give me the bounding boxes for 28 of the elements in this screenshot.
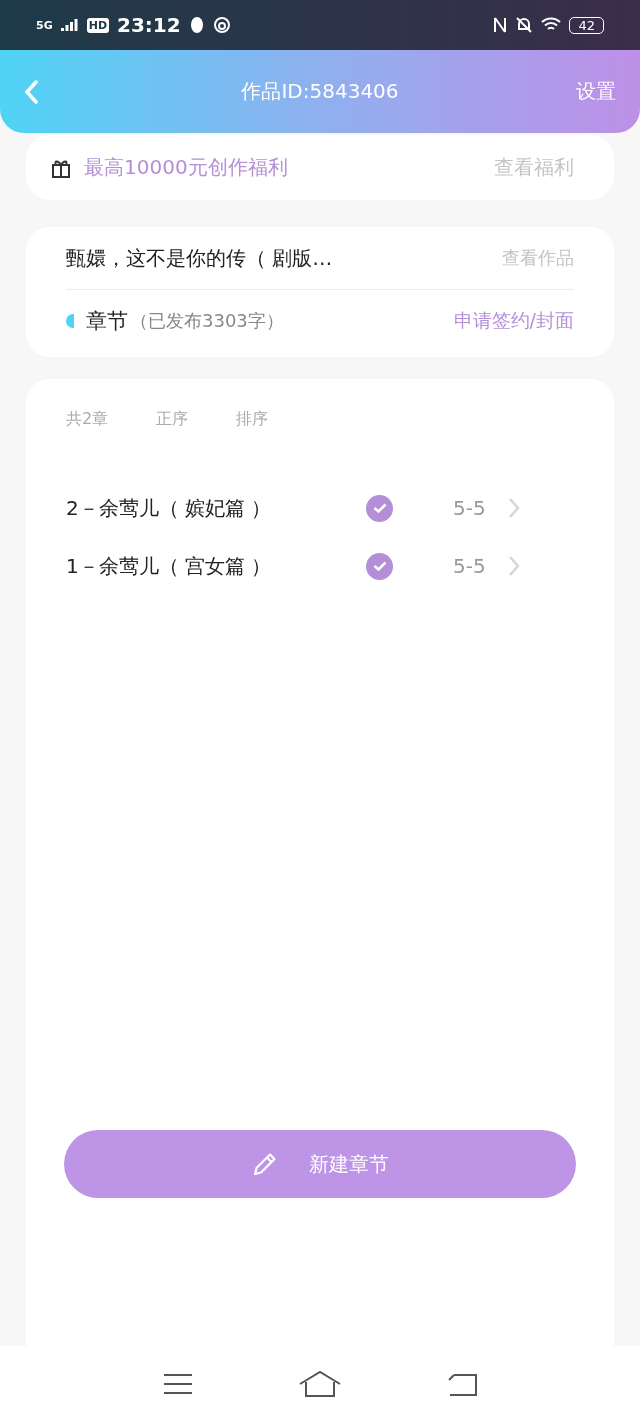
view-work-link[interactable]: 查看作品 [502, 246, 574, 270]
page-title: 作品ID:5843406 [241, 78, 399, 105]
benefit-text: 最高10000元创作福利 [84, 154, 288, 181]
signal-icon [60, 19, 79, 31]
chapter-count: 共2章 [66, 408, 109, 430]
chapter-title[interactable]: 1－余莺儿（ 宫女篇 ） [66, 552, 366, 580]
bell-off-icon [515, 16, 534, 34]
network-label: 5G [36, 18, 53, 32]
menu-icon[interactable] [162, 1372, 194, 1396]
view-benefits-link[interactable]: 查看福利 [494, 154, 574, 181]
section-label: 章节 [86, 308, 128, 335]
home-icon[interactable] [298, 1370, 342, 1398]
chapter-date: 5-5 [453, 554, 486, 578]
chapter-date: 5-5 [453, 496, 486, 520]
sort-toggle[interactable]: 排序 [236, 408, 269, 430]
work-title: 甄嬛，这不是你的传（ 剧版… [66, 244, 333, 272]
battery-icon: 42 [569, 16, 604, 34]
published-count: （已发布3303字） [130, 309, 284, 333]
order-toggle[interactable]: 正序 [156, 408, 189, 430]
chapter-title[interactable]: 2－余莺儿（ 嫔妃篇 ） [66, 494, 366, 522]
hd-label: HD [86, 17, 110, 33]
nfc-icon [493, 16, 508, 34]
settings-link[interactable]: 设置 [576, 78, 616, 105]
section-marker [66, 314, 74, 328]
back-nav-icon[interactable] [446, 1371, 478, 1397]
new-chapter-button[interactable]: 新建章节 [64, 1130, 576, 1198]
sign-contract-link[interactable]: 申请签约/封面 [453, 308, 574, 334]
clock-time: 23:12 [117, 13, 181, 37]
